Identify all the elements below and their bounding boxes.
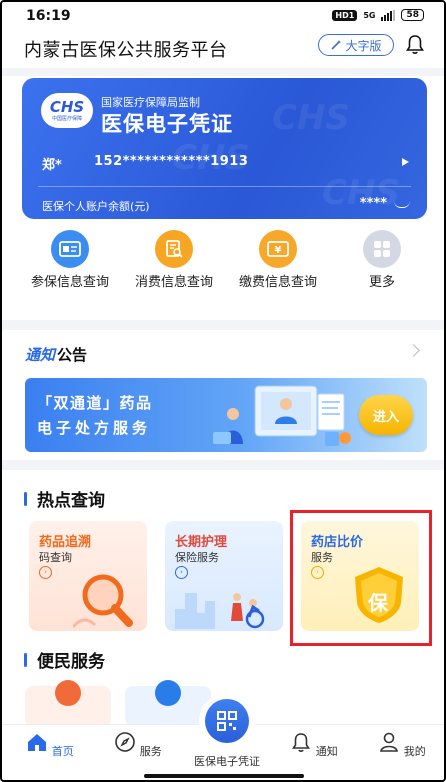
- divider: [2, 320, 444, 330]
- quick-insured-info[interactable]: 参保信息查询: [22, 230, 118, 292]
- svg-text:¥: ¥: [275, 245, 282, 256]
- care-illustration: [175, 593, 265, 629]
- compass-icon: [115, 732, 136, 752]
- highlight-box: [290, 510, 432, 646]
- page-title: 内蒙古医保公共服务平台: [24, 40, 228, 61]
- large-font-button[interactable]: 大字版: [318, 34, 394, 56]
- home-indicator: [144, 774, 304, 778]
- user-icon: [380, 732, 399, 752]
- hot-card-title: 长期护理: [175, 535, 228, 550]
- signal-icon: [381, 9, 396, 21]
- bell-icon[interactable]: [405, 34, 425, 56]
- quick-more[interactable]: 更多: [334, 230, 430, 292]
- convenience-heading: 便民服务: [24, 647, 105, 672]
- notice-bar[interactable]: 通知 公告: [2, 330, 444, 374]
- tab-label: 服务: [139, 745, 162, 758]
- eye-closed-icon[interactable]: [394, 201, 410, 208]
- hot-query-title: 热点查询: [37, 491, 105, 511]
- chs-logo: CHS 中国医疗保障: [41, 93, 93, 128]
- tab-label: 医保电子凭证: [194, 755, 260, 768]
- hot-card-sub: 保险服务: [175, 551, 219, 564]
- notice-title-a: 通知: [25, 346, 56, 364]
- convenience-card-2[interactable]: [125, 680, 211, 726]
- large-font-label: 大字版: [345, 38, 382, 53]
- logo-subtext: 中国医疗保障: [51, 115, 82, 122]
- quick-payment-info[interactable]: ¥ 缴费信息查询: [230, 230, 326, 292]
- quick-actions: 参保信息查询 消费信息查询 ¥ 缴费信息查询 更多: [2, 224, 444, 316]
- grid-more-icon: [363, 230, 401, 268]
- quick-label: 消费信息查询: [134, 275, 213, 290]
- diamond-icon: [55, 680, 81, 706]
- banner-line1: 「双通道」药品: [37, 394, 153, 412]
- arrow-circle-icon: ›: [39, 566, 52, 579]
- document-icon: [155, 680, 181, 706]
- heading-bar: [24, 491, 27, 506]
- convenience-card-1[interactable]: [25, 680, 111, 726]
- quick-label: 缴费信息查询: [238, 275, 317, 290]
- hot-card-long-term-care[interactable]: 长期护理 保险服务 ›: [165, 521, 283, 631]
- card-id-number: 152************1913: [94, 154, 249, 169]
- play-arrow-icon[interactable]: [402, 158, 409, 166]
- divider: [2, 68, 444, 76]
- hd-badge: HD1: [332, 9, 358, 21]
- divider: [2, 460, 444, 470]
- receipt-search-icon: [155, 230, 193, 268]
- convenience-title: 便民服务: [37, 652, 105, 672]
- quick-label: 更多: [368, 275, 395, 290]
- doctor-illustration: [213, 385, 351, 446]
- yuan-bill-icon: ¥: [259, 230, 297, 268]
- quick-label: 参保信息查询: [30, 275, 109, 290]
- balance-value: ****: [359, 196, 387, 211]
- tab-service[interactable]: 服务: [108, 731, 168, 759]
- qr-code-icon: [217, 711, 237, 731]
- status-time: 16:19: [26, 8, 71, 24]
- banner-line2: 电子处方服务: [37, 419, 152, 437]
- tab-label: 首页: [51, 745, 74, 758]
- hot-card-title: 药品追溯: [39, 535, 92, 550]
- card-holder-name: 郑*: [42, 158, 62, 173]
- tab-mine[interactable]: 我的: [372, 731, 432, 759]
- chevron-right-icon: [407, 344, 420, 357]
- hot-card-drug-trace[interactable]: 药品追溯 码查询 ›: [29, 521, 147, 631]
- card-watermark: CHS: [272, 98, 350, 138]
- tab-medical-code[interactable]: 医保电子凭证: [187, 753, 267, 769]
- bell-icon: [292, 733, 311, 752]
- network-label: 5G: [363, 10, 376, 20]
- tab-notice[interactable]: 通知: [284, 731, 344, 759]
- logo-text: CHS: [49, 97, 85, 116]
- magnifier-icon: [73, 574, 133, 628]
- dual-channel-banner[interactable]: 「双通道」药品 电子处方服务 进入: [25, 378, 427, 452]
- tab-home[interactable]: 首页: [20, 731, 80, 759]
- battery-icon: 58: [401, 9, 424, 21]
- wand-icon: [331, 40, 342, 50]
- heading-bar: [24, 652, 27, 667]
- enter-button[interactable]: 进入: [359, 395, 413, 435]
- app-header: 内蒙古医保公共服务平台 大字版: [2, 30, 444, 66]
- status-icons: HD1 5G 58: [332, 9, 424, 21]
- tab-label: 通知: [315, 745, 338, 758]
- balance-label: 医保个人账户余额(元): [42, 200, 150, 213]
- status-bar: 16:19 HD1 5G 58: [2, 2, 444, 30]
- card-title: 医保电子凭证: [101, 112, 233, 136]
- id-card-icon: [51, 230, 89, 268]
- hot-card-sub: 码查询: [39, 551, 72, 564]
- card-divider: [38, 186, 411, 187]
- medical-insurance-card[interactable]: CHS CHS CHS CHS 中国医疗保障 国家医疗保障局监制 医保电子凭证 …: [22, 78, 427, 219]
- tab-label: 我的: [403, 745, 426, 758]
- hot-query-heading: 热点查询: [24, 486, 105, 511]
- qr-code-button[interactable]: [205, 699, 249, 743]
- quick-consumption-info[interactable]: 消费信息查询: [126, 230, 222, 292]
- home-icon: [28, 734, 47, 751]
- app-frame: 16:19 HD1 5G 58 内蒙古医保公共服务平台 大字版 CHS CHS …: [0, 0, 446, 782]
- notice-title-b: 公告: [57, 346, 88, 364]
